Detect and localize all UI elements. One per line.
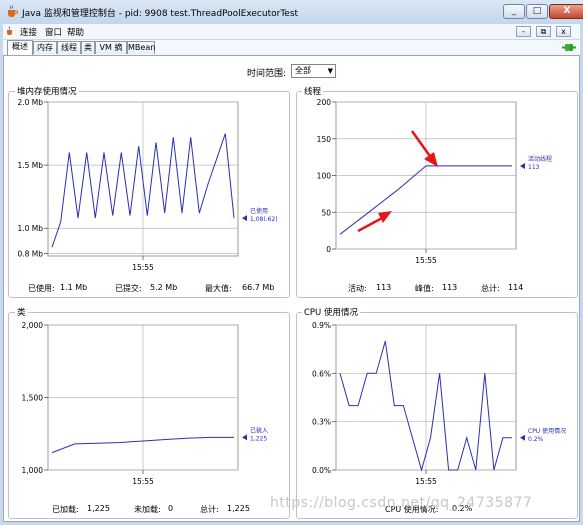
app-window: Java 监视和管理控制台 - pid: 9908 test.ThreadPoo… xyxy=(0,0,583,525)
title-bar: Java 监视和管理控制台 - pid: 9908 test.ThreadPoo… xyxy=(0,0,583,24)
tab-classes[interactable]: 类 xyxy=(81,41,95,54)
y-tick-label: 0 xyxy=(326,245,331,254)
classes-total-value: 1,225 xyxy=(227,504,250,513)
y-tick-label: 200 xyxy=(317,98,332,107)
y-tick-label: 100 xyxy=(317,172,332,181)
menu-help[interactable]: 帮助 xyxy=(67,26,84,38)
red-arrow-icon xyxy=(357,211,392,233)
mdi-minimize-button[interactable]: - xyxy=(516,26,531,37)
menu-connect[interactable]: 连接 xyxy=(20,26,37,38)
threads-live-value: 113 xyxy=(376,283,392,292)
threads-total-label: 总计: xyxy=(481,284,500,293)
classes-loaded-value: 1,225 xyxy=(87,504,110,513)
y-tick-label: 0.9% xyxy=(312,321,331,330)
y-tick-label: 0.0% xyxy=(312,466,331,475)
minimize-button[interactable]: _ xyxy=(503,4,525,19)
classes-loaded-label: 已加载: xyxy=(52,505,79,514)
time-range-select[interactable]: 全部 ▼ xyxy=(291,64,336,78)
classes-chart: 2,000 1,500 1,000 15:55 已装入1,225 xyxy=(22,321,269,486)
y-tick-label: 50 xyxy=(321,208,331,217)
legend-value: 0.2% xyxy=(528,436,544,443)
y-tick-label: 2,000 xyxy=(22,321,44,330)
legend-marker-icon xyxy=(242,434,247,441)
watermark: https://blog.csdn.net/qq_24735877 xyxy=(270,495,533,511)
java-cup-icon xyxy=(8,5,18,17)
legend-marker-icon xyxy=(242,215,247,222)
annotation-arrows xyxy=(357,130,438,233)
maximize-button[interactable]: □ xyxy=(526,4,548,19)
x-tick-label: 15:55 xyxy=(415,256,437,265)
y-tick-label: 1,500 xyxy=(22,394,44,403)
legend-name: 已装入 xyxy=(250,426,268,434)
y-tick-label: 0.8 Mb xyxy=(17,249,43,258)
heap-used-label: 已使用: xyxy=(28,284,55,293)
y-tick-label: 1,000 xyxy=(22,466,44,475)
mdi-restore-button[interactable]: ⧉ xyxy=(536,26,551,37)
classes-unloaded-value: 0 xyxy=(168,504,174,513)
tab-memory[interactable]: 内存 xyxy=(33,41,57,54)
threads-peak-value: 113 xyxy=(442,283,458,292)
x-tick-label: 15:55 xyxy=(132,477,154,486)
legend-value: 1,225 xyxy=(250,435,267,442)
y-tick-label: 1.0 Mb xyxy=(17,224,43,233)
cpu-chart: 0.9% 0.6% 0.3% 0.0% 15:55 CPU 使用情况0.2% xyxy=(312,321,566,486)
menu-window[interactable]: 窗口 xyxy=(45,26,62,38)
legend-marker-icon xyxy=(520,162,525,169)
menu-bar: 连接 窗口 帮助 xyxy=(3,24,580,39)
x-tick-label: 15:55 xyxy=(415,477,437,486)
legend-name: 已使用 xyxy=(250,207,268,215)
threads-total-value: 114 xyxy=(508,283,524,292)
java-cup-small-icon xyxy=(7,26,12,35)
classes-total-label: 总计: xyxy=(200,505,219,514)
tab-bar: 概述 内存 线程 类 VM 摘要 MBean xyxy=(3,40,580,64)
time-range-value: 全部 xyxy=(295,66,311,75)
y-tick-label: 0.6% xyxy=(312,369,331,378)
classes-unloaded-label: 未加载: xyxy=(134,505,161,514)
legend-value: 1,08(.62) xyxy=(250,216,278,223)
heap-chart: 2.0 Mb 1.5 Mb 1.0 Mb 0.8 Mb 15:55 已使用1,08(.62… xyxy=(17,98,278,272)
connection-status-icon[interactable] xyxy=(561,41,577,54)
heap-max-value: 66.7 Mb xyxy=(242,283,275,292)
close-button[interactable]: X xyxy=(549,4,583,19)
tab-overview[interactable]: 概述 xyxy=(7,40,33,55)
legend-marker-icon xyxy=(520,434,525,441)
threads-peak-label: 峰值: xyxy=(415,284,434,293)
y-tick-label: 1.5 Mb xyxy=(17,161,43,170)
heap-max-label: 最大值: xyxy=(205,284,232,293)
y-tick-label: 150 xyxy=(317,135,332,144)
threads-live-label: 活动: xyxy=(348,284,367,293)
legend-value: 113 xyxy=(528,164,540,171)
x-tick-label: 15:55 xyxy=(132,263,154,272)
y-tick-label: 2.0 Mb xyxy=(17,98,43,107)
legend-name: CPU 使用情况 xyxy=(528,427,566,435)
chevron-down-icon: ▼ xyxy=(327,67,333,75)
tab-vm-summary[interactable]: VM 摘要 xyxy=(95,41,127,64)
heap-committed-label: 已提交: xyxy=(115,284,142,293)
tab-mbean[interactable]: MBean xyxy=(127,41,155,54)
heap-used-value: 1.1 Mb xyxy=(60,283,88,292)
window-title: Java 监视和管理控制台 - pid: 9908 test.ThreadPoo… xyxy=(22,9,299,19)
tab-threads[interactable]: 线程 xyxy=(57,41,81,54)
heap-committed-value: 5.2 Mb xyxy=(150,283,178,292)
mdi-close-button[interactable]: x xyxy=(556,26,571,37)
y-tick-label: 0.3% xyxy=(312,418,331,427)
time-range-label: 时间范围: xyxy=(247,69,287,79)
legend-name: 活动线程 xyxy=(528,155,552,163)
red-arrow-icon xyxy=(410,130,438,167)
